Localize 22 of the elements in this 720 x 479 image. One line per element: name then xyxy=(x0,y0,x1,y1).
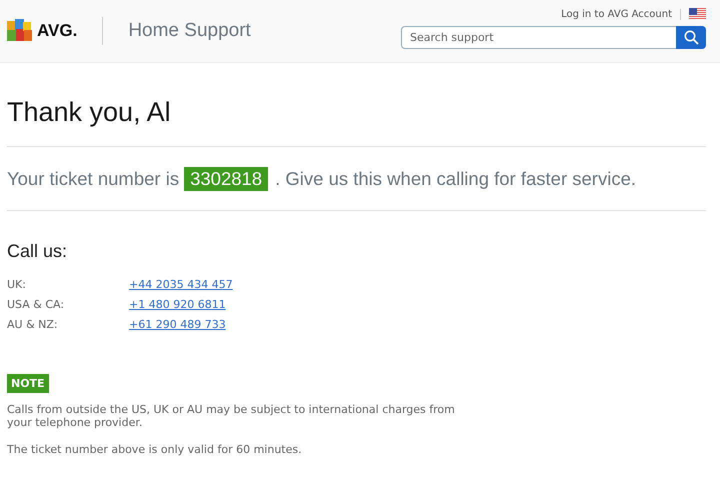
region-label: AU & NZ: xyxy=(7,318,59,330)
region-label: USA & CA: xyxy=(7,298,66,310)
section-title: Home Support xyxy=(128,20,251,42)
note-text: Calls from outside the US, UK or AU may be subject to international charges from your telephone provider. xyxy=(7,403,456,429)
note-label: NOTE xyxy=(7,374,49,393)
logo-icon xyxy=(7,19,33,43)
login-link[interactable]: Log in to AVG Account xyxy=(561,8,681,20)
region-label: UK: xyxy=(7,278,27,290)
ticket-number: 3302818 xyxy=(184,167,268,191)
phone-link[interactable]: +1 480 920 6811 xyxy=(129,298,226,310)
ticket-text: Your ticket number is xyxy=(7,168,180,190)
ticket-text: . Give us this when calling for faster service. xyxy=(275,168,636,190)
phone-link[interactable]: +44 2035 434 457 xyxy=(129,278,233,290)
note-text: The ticket number above is only valid for 60 minutes. xyxy=(7,443,303,456)
search-icon xyxy=(684,30,698,45)
search-button[interactable] xyxy=(676,26,706,49)
page-title: Thank you, Al xyxy=(7,63,706,147)
search-field[interactable]: Search support xyxy=(401,26,676,49)
phone-link[interactable]: +61 290 489 733 xyxy=(129,318,226,330)
flag-icon[interactable] xyxy=(689,8,706,20)
call-heading: Call us: xyxy=(7,241,68,262)
brand-name[interactable]: AVG. xyxy=(37,21,78,41)
